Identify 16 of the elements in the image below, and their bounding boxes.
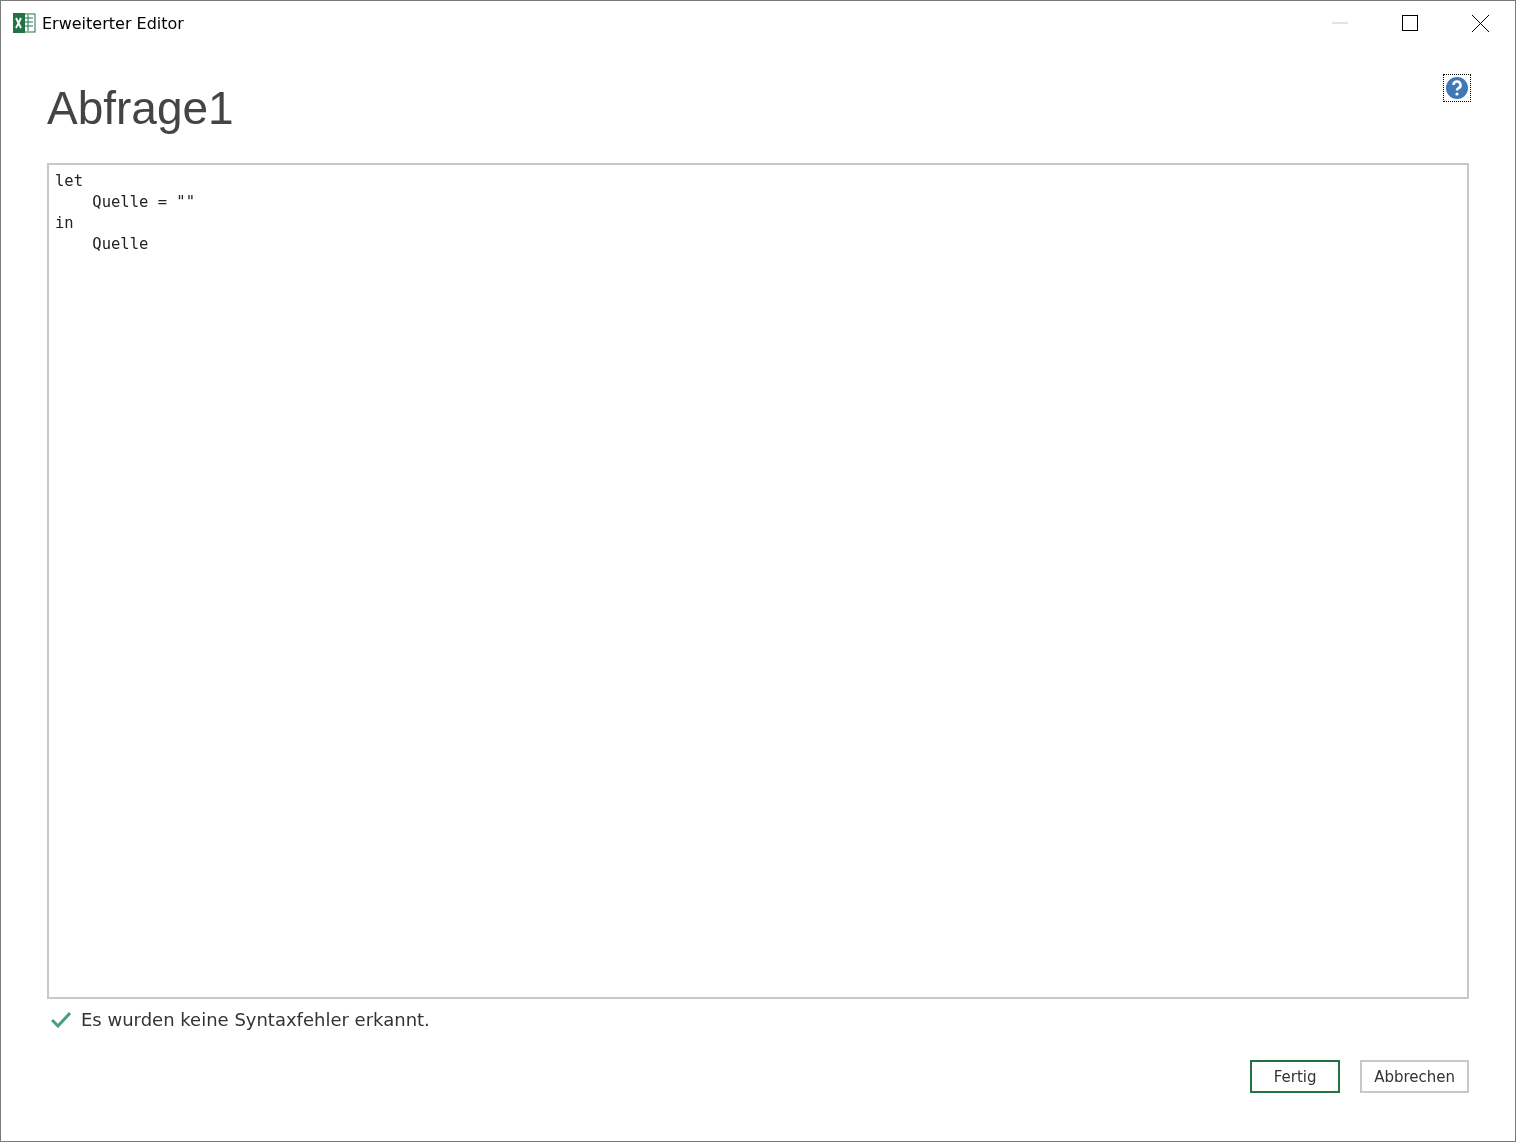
code-line: in — [55, 213, 74, 234]
confirm-button[interactable]: Fertig — [1250, 1060, 1341, 1093]
help-button[interactable] — [1444, 75, 1470, 101]
cancel-button[interactable]: Abbrechen — [1360, 1060, 1469, 1093]
spreadsheet-app-icon — [12, 11, 36, 35]
query-title: Abfrage1 — [47, 81, 235, 135]
help-icon — [1445, 76, 1469, 100]
maximize-icon — [1402, 15, 1418, 31]
code-line: Quelle = "" — [91, 192, 195, 213]
status-message: Es wurden keine Syntaxfehler erkannt. — [81, 1009, 430, 1030]
checkmark-icon — [51, 1011, 71, 1028]
code-line: let — [55, 171, 83, 192]
code-editor[interactable]: let Quelle = "" in Quelle — [47, 163, 1469, 999]
close-icon — [1471, 14, 1489, 32]
code-line: Quelle — [91, 234, 149, 255]
window-title: Erweiterter Editor — [42, 13, 185, 33]
